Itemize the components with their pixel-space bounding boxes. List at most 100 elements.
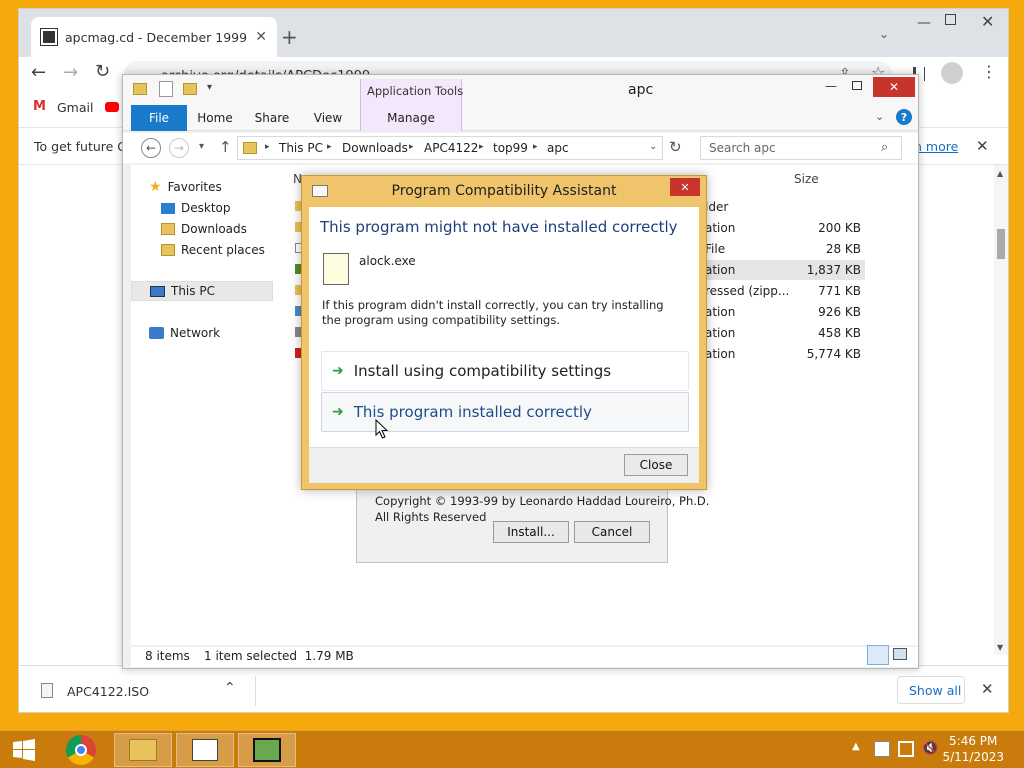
scroll-thumb[interactable] [997, 229, 1005, 259]
infobar-close-icon[interactable]: ✕ [976, 137, 989, 155]
scroll-up-icon[interactable]: ▲ [997, 169, 1003, 178]
chrome-tab-strip: apcmag.cd - December 1999 : A ✕ + ⌄ — ✕ [19, 9, 1008, 57]
profile-avatar-icon[interactable] [941, 62, 963, 84]
back-icon[interactable]: ← [141, 138, 161, 158]
up-icon[interactable]: ↑ [219, 138, 232, 156]
nav-recent-label: Recent places [181, 243, 265, 257]
forward-icon[interactable]: → [63, 62, 78, 83]
nav-recent[interactable]: Recent places [161, 240, 265, 260]
arrow-right-icon: ➜ [332, 363, 344, 379]
close-tab-icon[interactable]: ✕ [255, 29, 267, 45]
crumb-apc4122[interactable]: APC4122 [424, 141, 478, 155]
show-all-label: Show all [909, 683, 962, 698]
pca-close-btn[interactable]: Close [624, 454, 688, 476]
start-button[interactable] [0, 733, 48, 767]
nav-desktop[interactable]: Desktop [161, 198, 231, 218]
address-dropdown-icon[interactable]: ⌄ [649, 141, 657, 152]
window-title: apc [628, 82, 654, 98]
row-size: 5,774 KB [806, 347, 861, 361]
pca-close-button[interactable]: ✕ [670, 178, 700, 196]
crumb-downloads[interactable]: Downloads [342, 141, 408, 155]
navigation-pane: ★ Favorites Desktop Downloads Recent pla… [131, 165, 275, 645]
qat-dropdown-icon[interactable]: ▾ [207, 82, 212, 93]
bookmark-gmail[interactable]: Gmail [57, 100, 93, 115]
chrome-menu-icon[interactable]: ⋮ [981, 62, 997, 81]
clock[interactable]: 5:46 PM 5/11/2023 [942, 733, 1004, 765]
large-icons-view-icon[interactable] [893, 648, 907, 660]
nav-favorites-label: Favorites [167, 180, 222, 194]
back-icon[interactable]: ← [31, 62, 46, 83]
install-compat-label: Install using compatibility settings [353, 362, 612, 380]
tab-view[interactable]: View [307, 105, 349, 131]
taskbar-file-explorer[interactable] [114, 733, 172, 767]
details-view-icon[interactable] [867, 645, 889, 665]
download-divider [255, 676, 256, 706]
gmail-icon: M [33, 99, 46, 114]
sep-icon: ▸ [479, 142, 484, 152]
refresh-icon[interactable]: ↻ [669, 138, 682, 156]
app-tools-label: Application Tools [367, 84, 464, 98]
taskbar-installer[interactable] [238, 733, 296, 767]
infobar-learn-more-link[interactable]: n more [914, 139, 958, 154]
infobar-text: To get future G [34, 139, 127, 154]
installer-rights: All Rights Reserved [375, 510, 487, 524]
taskbar-notepad[interactable] [176, 733, 234, 767]
list-app-icon [192, 739, 218, 761]
install-compat-option[interactable]: ➜ Install using compatibility settings [321, 351, 689, 391]
nav-network-label: Network [170, 326, 221, 340]
archive-favicon-icon [40, 28, 58, 46]
network-icon [149, 327, 164, 339]
action-center-icon[interactable] [874, 741, 890, 757]
properties-icon[interactable] [159, 81, 173, 97]
explorer-minimize-icon[interactable]: — [825, 79, 837, 93]
download-filename[interactable]: APC4122.ISO [67, 684, 149, 699]
new-tab-icon[interactable]: + [281, 25, 298, 49]
program-icon [323, 253, 349, 285]
help-icon[interactable]: ? [896, 109, 912, 125]
installer-cancel-button[interactable]: Cancel [574, 521, 650, 543]
nav-network[interactable]: Network [149, 323, 220, 343]
volume-muted-icon[interactable]: 🔇 [922, 741, 938, 757]
chrome-tab[interactable]: apcmag.cd - December 1999 : A ✕ [31, 17, 277, 57]
clock-date: 5/11/2023 [942, 750, 1004, 764]
taskbar-chrome[interactable] [52, 733, 110, 767]
close-window-icon[interactable]: ✕ [981, 12, 994, 31]
installer-dialog: Copyright © 1993-99 by Leonardo Haddad L… [356, 480, 709, 563]
tab-file[interactable]: File [131, 105, 187, 131]
column-size-header[interactable]: Size [794, 172, 819, 186]
forward-icon[interactable]: → [169, 138, 189, 158]
page-scrollbar[interactable]: ▲ ▼ [994, 165, 1008, 655]
reload-icon[interactable]: ↻ [95, 61, 110, 82]
tab-share[interactable]: Share [249, 105, 295, 131]
tab-search-chevron-icon[interactable]: ⌄ [879, 27, 889, 41]
this-pc-icon [150, 285, 165, 297]
explorer-close-button[interactable]: ✕ [873, 77, 915, 97]
search-icon[interactable]: ⌕ [881, 140, 888, 155]
minimize-icon[interactable]: — [917, 15, 931, 31]
network-tray-icon[interactable] [898, 741, 914, 757]
youtube-icon[interactable] [105, 102, 119, 112]
crumb-this-pc[interactable]: This PC [279, 141, 323, 155]
nav-downloads[interactable]: Downloads [161, 219, 247, 239]
explorer-maximize-icon[interactable] [852, 81, 862, 90]
download-chevron-icon[interactable]: ⌃ [224, 680, 236, 696]
pca-heading: This program might not have installed co… [320, 218, 678, 236]
tray-overflow-icon[interactable]: ▲ [852, 741, 868, 757]
crumb-apc[interactable]: apc [547, 141, 569, 155]
crumb-top99[interactable]: top99 [493, 141, 528, 155]
recent-locations-icon[interactable]: ▾ [199, 141, 204, 152]
maximize-icon[interactable] [945, 14, 956, 25]
nav-this-pc[interactable]: This PC [131, 281, 273, 301]
scroll-down-icon[interactable]: ▼ [997, 643, 1003, 652]
nav-favorites[interactable]: ★ Favorites [149, 177, 222, 197]
file-icon [41, 683, 53, 698]
tab-home[interactable]: Home [193, 105, 237, 131]
ribbon-expand-icon[interactable]: ⌄ [875, 110, 884, 123]
download-bar-close-icon[interactable]: ✕ [981, 680, 994, 698]
ribbon: Application Tools File Home Share View M… [123, 79, 918, 131]
sep-icon: ▸ [327, 142, 332, 152]
new-folder-icon[interactable] [183, 83, 197, 95]
install-button[interactable]: Install... [493, 521, 569, 543]
installer-app-icon [253, 738, 281, 762]
tab-manage[interactable]: Manage [379, 105, 443, 131]
